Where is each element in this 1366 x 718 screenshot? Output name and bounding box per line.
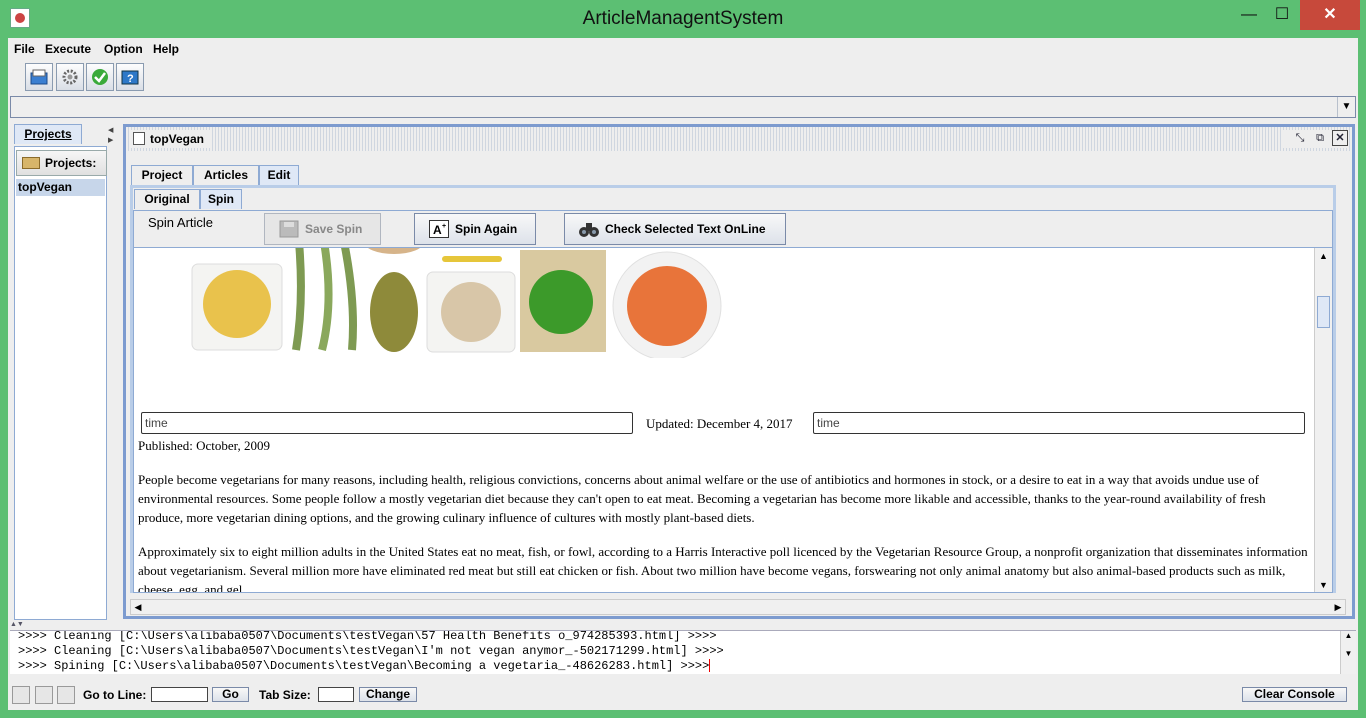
spin-again-button[interactable]: A + Spin Again (414, 213, 536, 245)
status-indicator-1 (12, 686, 30, 704)
menu-execute[interactable]: Execute (45, 42, 91, 56)
save-spin-button[interactable]: Save Spin (264, 213, 381, 245)
spin-article-label: Spin Article (148, 215, 214, 230)
projects-panel: Projects Projects: topVegan (11, 122, 115, 620)
internal-frame: topVegan ⤡ ⧉ ✕ Project Articles Edit Origi… (123, 124, 1355, 619)
clear-console-button[interactable]: Clear Console (1242, 687, 1347, 702)
settings-gear-icon (62, 69, 78, 85)
font-size-icon: A + (429, 220, 449, 238)
url-combo-box[interactable]: ▼ (10, 96, 1356, 118)
tab-size-input[interactable] (318, 687, 354, 702)
published-text: Published: October, 2009 (138, 438, 270, 453)
menu-bar: File Execute Option Help (8, 38, 1358, 60)
check-online-button[interactable]: Check Selected Text OnLine (564, 213, 786, 245)
tab-projects-label: Projects (24, 127, 72, 141)
window-client: File Execute Option Help ? ▼ Projects Pr… (8, 38, 1358, 710)
window-title: ArticleManagentSystem (582, 8, 784, 29)
change-button[interactable]: Change (359, 687, 417, 702)
tab-spin[interactable]: Spin (200, 189, 242, 209)
splitter-arrows-icon[interactable]: ◀ ▶ (108, 126, 113, 146)
time-field-2[interactable]: time (813, 412, 1305, 434)
spin-tab-panel: Spin Article Save Spin A + Spin Again Che… (133, 210, 1333, 593)
folder-icon (22, 157, 40, 169)
projects-header: Projects: (16, 150, 107, 176)
tab-projects[interactable]: Projects (14, 124, 82, 144)
document-icon (133, 132, 145, 145)
svg-text:?: ? (127, 73, 134, 85)
check-online-label: Check Selected Text OnLine (605, 222, 766, 236)
check-icon (92, 69, 108, 85)
status-indicator-3 (57, 686, 75, 704)
tab-size-label: Tab Size: (259, 688, 311, 702)
tab-edit[interactable]: Edit (259, 165, 299, 185)
status-indicator-2 (35, 686, 53, 704)
close-button[interactable]: ✕ (1300, 0, 1360, 30)
tab-original[interactable]: Original (134, 189, 200, 209)
projects-tree: Projects: topVegan (14, 146, 107, 620)
paragraph-2: Approximately six to eight million adult… (138, 544, 1308, 592)
go-to-line-input[interactable] (151, 687, 208, 702)
internal-frame-controls: ⤡ ⧉ ✕ (1282, 130, 1348, 148)
console-line-last: >>>> Spining [C:\Users\alibaba0507\Docum… (18, 659, 711, 674)
open-project-button[interactable] (25, 63, 53, 91)
scroll-thumb[interactable] (1317, 296, 1330, 328)
console-line: >>>> Cleaning [C:\Users\alibaba0507\Docu… (18, 644, 724, 658)
tab-project[interactable]: Project (131, 165, 193, 185)
paragraph-1: People become vegetarians for many reaso… (138, 472, 1266, 525)
floppy-disk-icon (279, 220, 299, 238)
menu-help[interactable]: Help (153, 42, 179, 56)
help-icon: ? (121, 70, 139, 85)
editor-horizontal-scrollbar[interactable]: ◀ ▶ (130, 599, 1346, 615)
text-caret (709, 659, 711, 673)
console-line: >>>> Cleaning [C:\Users\alibaba0507\Docu… (18, 630, 717, 643)
window-titlebar: ArticleManagentSystem — ☐ ✕ (0, 0, 1366, 38)
scroll-up-icon[interactable]: ▲ (1315, 248, 1332, 264)
go-button[interactable]: Go (212, 687, 249, 702)
go-to-line-label: Go to Line: (83, 688, 147, 702)
help-button[interactable]: ? (116, 63, 144, 91)
tab-articles[interactable]: Articles (193, 165, 259, 185)
article-editor[interactable]: time Updated: December 4, 2017 time Publ… (134, 247, 1332, 592)
svg-text:A: A (433, 223, 442, 237)
scroll-right-icon[interactable]: ▶ (1331, 600, 1345, 614)
open-folder-icon (30, 69, 48, 85)
iconify-icon[interactable]: ⤡ (1292, 131, 1308, 147)
spin-again-label: Spin Again (455, 222, 518, 236)
internal-frame-title: topVegan (130, 130, 211, 148)
editor-vertical-scrollbar[interactable]: ▲ ▼ (1314, 248, 1332, 592)
toolbar: ? (8, 60, 1358, 94)
save-spin-label: Save Spin (305, 222, 363, 236)
console-line-text: >>>> Spining [C:\Users\alibaba0507\Docum… (18, 659, 710, 673)
updated-text: Updated: December 4, 2017 (646, 416, 793, 431)
minimize-button[interactable]: — (1233, 0, 1265, 30)
internal-frame-titlebar[interactable]: topVegan ⤡ ⧉ ✕ (126, 127, 1352, 151)
maximize-button[interactable]: ☐ (1266, 0, 1298, 30)
svg-text:+: + (442, 223, 446, 230)
binoculars-icon (579, 223, 599, 237)
menu-option[interactable]: Option (104, 42, 143, 56)
status-bar: Go to Line: Go Tab Size: Change Clear Co… (8, 684, 1358, 708)
console-output[interactable]: >>>> Cleaning [C:\Users\alibaba0507\Docu… (10, 630, 1356, 674)
project-item-topvegan[interactable]: topVegan (16, 179, 105, 196)
settings-button[interactable] (56, 63, 84, 91)
vegetables-image (191, 248, 722, 358)
edit-tab-panel: Original Spin Spin Article Save Spin A + … (130, 185, 1336, 593)
validate-button[interactable] (86, 63, 114, 91)
menu-file[interactable]: File (14, 42, 35, 56)
time-field-1[interactable]: time (141, 412, 633, 434)
console-splitter-arrows-icon[interactable]: ▲▼ (10, 621, 24, 628)
scroll-down-icon[interactable]: ▼ (1315, 577, 1332, 592)
projects-header-label: Projects: (45, 156, 97, 170)
scroll-left-icon[interactable]: ◀ (131, 600, 145, 614)
chevron-down-icon[interactable]: ▼ (1337, 97, 1355, 117)
restore-icon[interactable]: ⧉ (1312, 131, 1328, 147)
internal-frame-title-text: topVegan (150, 132, 205, 146)
console-scrollbar[interactable]: ▲ ▼ (1340, 631, 1356, 674)
close-frame-icon[interactable]: ✕ (1332, 130, 1348, 146)
